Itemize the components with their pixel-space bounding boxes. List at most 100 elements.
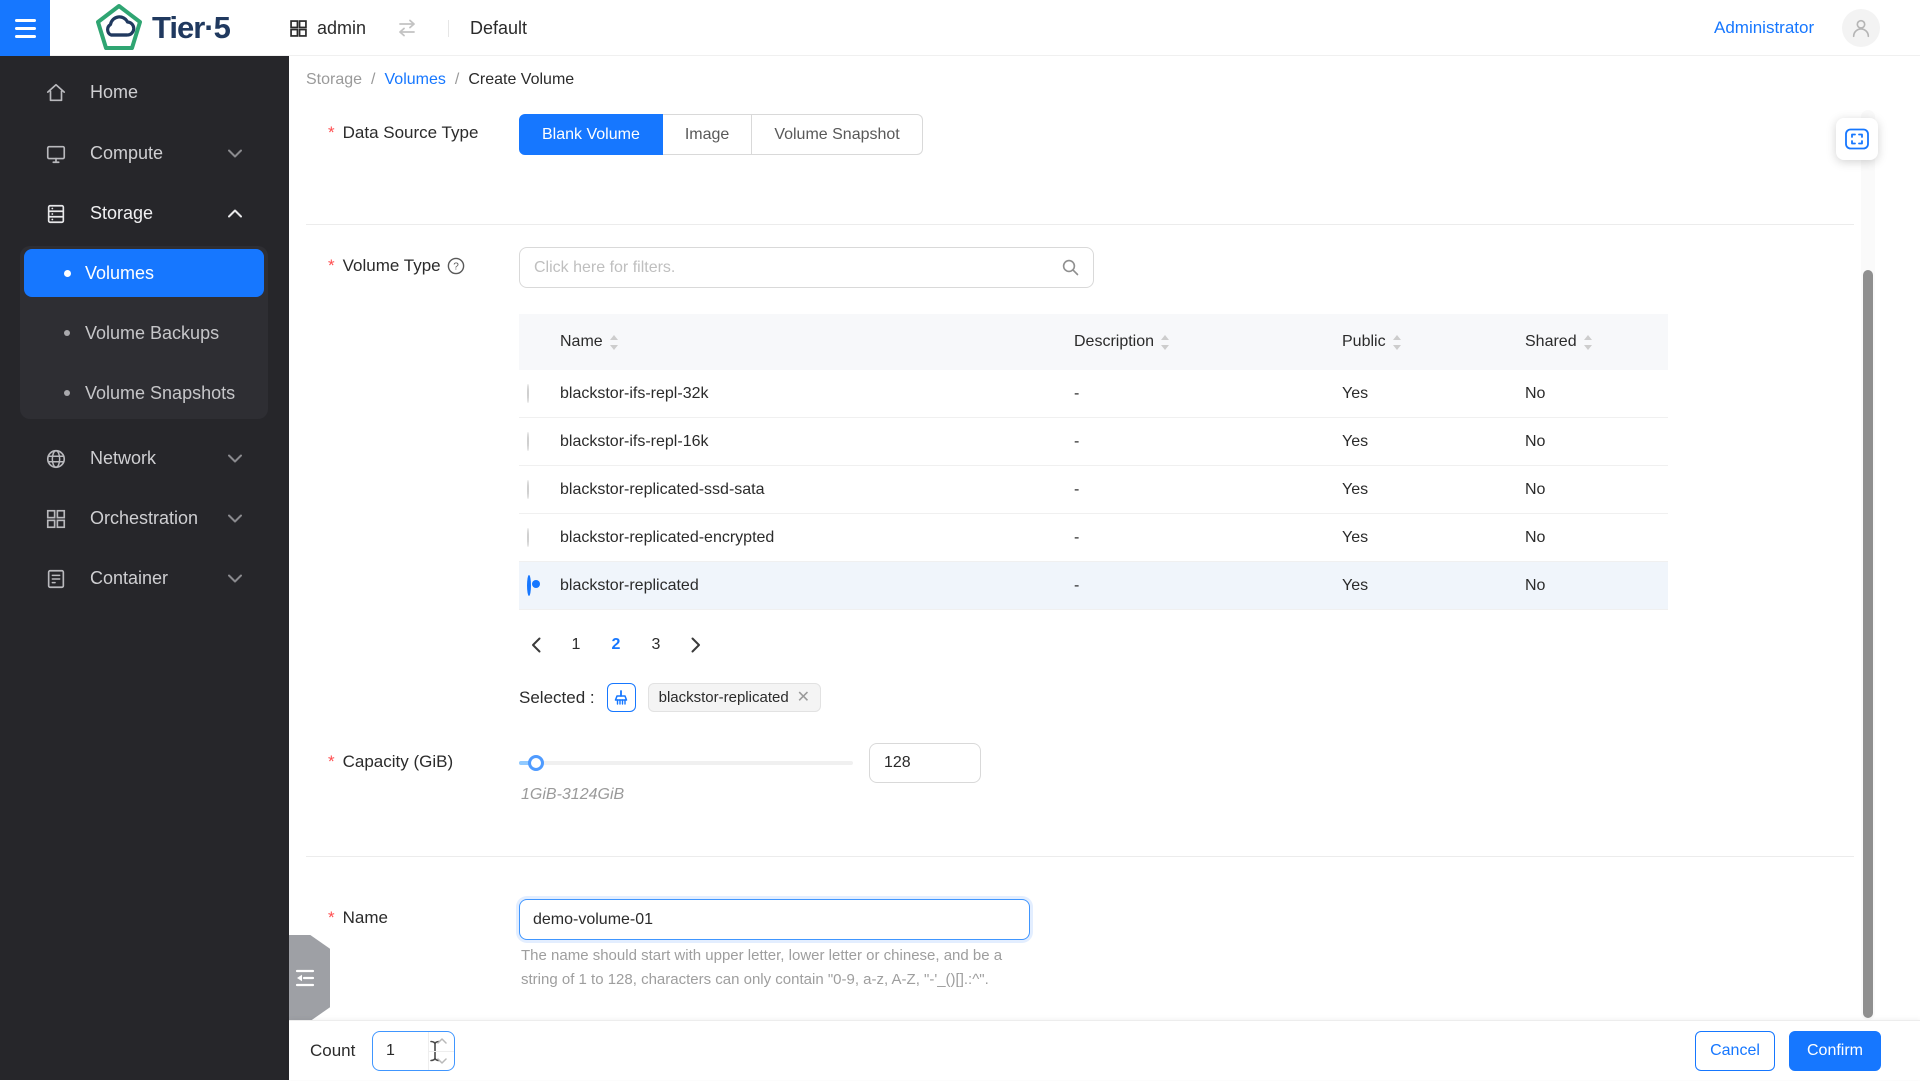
broom-icon <box>613 690 629 706</box>
radio-button[interactable] <box>527 384 529 403</box>
name-input[interactable] <box>519 899 1030 940</box>
capacity-input[interactable] <box>869 743 981 783</box>
sidebar-item-volumes[interactable]: Volumes <box>24 249 264 297</box>
orchestration-icon <box>45 508 67 530</box>
brand-name: Tier·5 <box>152 10 230 46</box>
outdent-icon <box>294 968 316 988</box>
chevron-up-icon <box>228 209 242 218</box>
sidebar-item-volume-backups[interactable]: Volume Backups <box>24 309 264 357</box>
sidebar-item-storage[interactable]: Storage <box>0 189 289 238</box>
page-3[interactable]: 3 <box>641 629 671 661</box>
filter-input[interactable] <box>520 259 1062 277</box>
sort-icon[interactable] <box>1583 335 1593 350</box>
table-header: Name Description Public Shared <box>519 314 1668 370</box>
workspace-switcher[interactable]: admin <box>290 0 366 56</box>
confirm-button[interactable]: Confirm <box>1789 1031 1881 1071</box>
section-divider <box>306 224 1854 225</box>
count-stepper <box>428 1032 454 1070</box>
breadcrumb-volumes-link[interactable]: Volumes <box>385 71 446 89</box>
prev-page-icon[interactable] <box>521 629 551 661</box>
network-globe-icon <box>45 448 67 470</box>
switch-project-icon[interactable] <box>396 0 418 56</box>
selected-volume-tag: blackstor-replicated ✕ <box>648 683 821 712</box>
step-up-button[interactable] <box>429 1032 454 1051</box>
column-header-public[interactable]: Public <box>1342 333 1525 351</box>
clear-selection-button[interactable] <box>607 683 636 712</box>
brand-logo: Tier·5 <box>94 0 230 56</box>
data-source-type-label: Data Source Type <box>328 123 478 143</box>
menu-toggle-button[interactable] <box>0 0 50 56</box>
section-divider <box>306 856 1854 857</box>
radio-button-checked[interactable] <box>527 575 531 596</box>
column-header-shared[interactable]: Shared <box>1525 333 1668 351</box>
search-icon[interactable] <box>1062 259 1079 276</box>
table-row[interactable]: blackstor-replicated-ssd-sata - Yes No <box>519 466 1668 514</box>
capacity-range-hint: 1GiB-3124GiB <box>521 786 624 804</box>
sort-icon[interactable] <box>1392 335 1402 350</box>
footer-action-bar: Count Cancel Confirm <box>289 1020 1920 1080</box>
name-label: Name <box>328 908 388 928</box>
selected-summary: Selected : blackstor-replicated ✕ <box>519 683 821 712</box>
volume-type-filter <box>519 247 1094 288</box>
count-label: Count <box>310 1021 355 1081</box>
sort-icon[interactable] <box>1160 335 1170 350</box>
page-1[interactable]: 1 <box>561 629 591 661</box>
close-icon[interactable]: ✕ <box>797 690 810 706</box>
step-down-button[interactable] <box>429 1051 454 1071</box>
region-name: Default <box>470 0 527 56</box>
sidebar-item-orchestration[interactable]: Orchestration <box>0 494 289 543</box>
bullet-icon <box>64 330 70 336</box>
volume-snapshot-button[interactable]: Volume Snapshot <box>752 114 922 155</box>
administrator-link[interactable]: Administrator <box>1714 0 1814 56</box>
table-row[interactable]: blackstor-ifs-repl-16k - Yes No <box>519 418 1668 466</box>
chevron-down-icon <box>228 514 242 523</box>
sidebar-item-container[interactable]: Container <box>0 554 289 603</box>
column-header-description[interactable]: Description <box>1074 333 1342 351</box>
image-button[interactable]: Image <box>663 114 752 155</box>
volume-type-table: Name Description Public Shared blackstor… <box>519 314 1668 610</box>
chevron-down-icon <box>228 149 242 158</box>
collapse-panel-handle[interactable] <box>289 935 330 1021</box>
compute-icon <box>45 143 67 165</box>
slider-handle[interactable] <box>528 755 544 771</box>
topbar-divider <box>448 20 449 37</box>
radio-button[interactable] <box>527 528 529 547</box>
help-circle-icon[interactable]: ? <box>447 257 465 275</box>
table-row-selected[interactable]: blackstor-replicated - Yes No <box>519 562 1668 610</box>
column-header-name[interactable]: Name <box>560 333 1074 351</box>
radio-button[interactable] <box>527 432 529 451</box>
workspace-name: admin <box>317 18 366 39</box>
table-row[interactable]: blackstor-replicated-encrypted - Yes No <box>519 514 1668 562</box>
blank-volume-button[interactable]: Blank Volume <box>519 114 663 155</box>
capacity-slider[interactable] <box>519 747 853 779</box>
breadcrumb: Storage / Volumes / Create Volume <box>306 71 574 89</box>
sidebar-item-compute[interactable]: Compute <box>0 129 289 178</box>
bullet-icon <box>64 390 70 396</box>
fullscreen-button[interactable] <box>1836 118 1878 160</box>
fullscreen-icon <box>1844 126 1870 152</box>
page-title: Create Volume <box>468 71 574 89</box>
bullet-icon <box>64 270 71 277</box>
sidebar: Home Compute Storage Volumes Volume Back… <box>0 56 289 1080</box>
selected-label: Selected : <box>519 688 595 708</box>
sort-icon[interactable] <box>609 335 619 350</box>
top-bar: Tier·5 admin Default Administrator <box>0 0 1920 56</box>
storage-icon <box>45 203 67 225</box>
count-field <box>372 1031 455 1071</box>
capacity-label: Capacity (GiB) <box>328 752 453 772</box>
sidebar-item-home[interactable]: Home <box>0 68 289 117</box>
pagination: 1 2 3 <box>521 629 711 661</box>
sidebar-item-volume-snapshots[interactable]: Volume Snapshots <box>24 369 264 417</box>
grid-icon <box>290 20 307 37</box>
sidebar-item-network[interactable]: Network <box>0 434 289 483</box>
next-page-icon[interactable] <box>681 629 711 661</box>
scrollbar-thumb[interactable] <box>1863 270 1873 1018</box>
slider-rail[interactable] <box>519 761 853 765</box>
page-2-current[interactable]: 2 <box>601 629 631 661</box>
table-row[interactable]: blackstor-ifs-repl-32k - Yes No <box>519 370 1668 418</box>
radio-button[interactable] <box>527 480 529 499</box>
cancel-button[interactable]: Cancel <box>1695 1031 1775 1071</box>
count-input[interactable] <box>373 1032 427 1070</box>
breadcrumb-storage: Storage <box>306 71 362 89</box>
avatar[interactable] <box>1842 9 1880 47</box>
